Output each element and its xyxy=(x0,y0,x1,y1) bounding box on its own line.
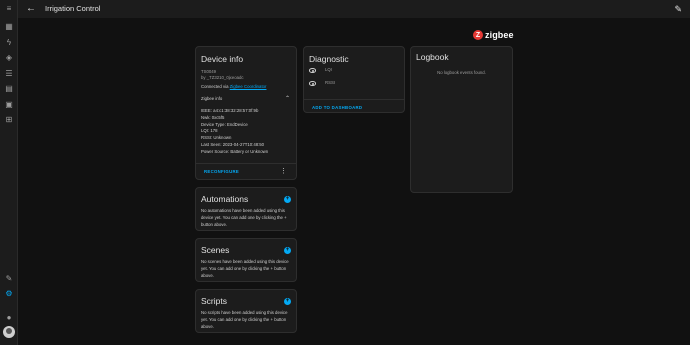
automations-title: Automations xyxy=(201,194,249,204)
avatar[interactable] xyxy=(3,326,15,338)
more-vert-icon[interactable]: ⋮ xyxy=(280,167,287,175)
page-title: Irrigation Control xyxy=(45,4,101,13)
add-scene-button[interactable]: + xyxy=(284,247,291,254)
zigbee-info-header[interactable]: Zigbee info xyxy=(201,96,222,103)
zigbee-info-line: IEEE: a4:c1:38:32:28:57:0f:9b xyxy=(201,108,259,113)
divider xyxy=(304,99,404,100)
settings-icon[interactable]: ⚙ xyxy=(3,288,15,300)
logbook-card: Logbook No logbook events found. xyxy=(410,46,513,193)
zigbee-brand: Z zigbee xyxy=(473,30,514,40)
zigbee-info-line: Nwk: 0xc5f5 xyxy=(201,114,225,120)
add-script-button[interactable]: + xyxy=(284,298,291,305)
arrow-left-icon[interactable]: ← xyxy=(26,3,36,15)
reconfigure-button[interactable]: RECONFIGURE xyxy=(204,169,239,174)
zigbee-info-line: Power Source: Battery or Unknown xyxy=(201,148,269,154)
history-icon[interactable]: ▤ xyxy=(3,83,15,95)
scenes-title: Scenes xyxy=(201,245,230,255)
diagnostic-card: Diagnostic LQI RSSI ADD TO DASHBOARD xyxy=(303,46,405,113)
top-bar: ← Irrigation Control ✎ xyxy=(18,0,690,18)
divider xyxy=(196,163,296,164)
menu-icon[interactable]: ≡ xyxy=(3,3,15,15)
scripts-empty: No scripts have been added using this de… xyxy=(201,310,288,329)
map-icon[interactable]: ◈ xyxy=(3,52,15,64)
scripts-card: Scripts + No scripts have been added usi… xyxy=(195,289,297,333)
logbook-icon[interactable]: ☰ xyxy=(3,68,15,80)
shopping-list-icon[interactable]: ⊞ xyxy=(3,114,15,126)
zigbee-info-line: Device Type: EndDevice xyxy=(201,121,248,127)
automations-empty: No automations have been added using thi… xyxy=(201,208,287,227)
chevron-up-icon[interactable]: ⌃ xyxy=(285,95,290,102)
zigbee-info-line: LQI: 178 xyxy=(201,128,218,134)
zigbee-brand-text: zigbee xyxy=(485,30,514,40)
eye-icon xyxy=(309,68,316,73)
add-to-dashboard-button[interactable]: ADD TO DASHBOARD xyxy=(312,105,362,110)
zigbee-info-line: Last Seen: 2023-04-27T10:48:50 xyxy=(201,141,265,147)
media-icon[interactable]: ▣ xyxy=(3,99,15,111)
eye-icon xyxy=(309,81,316,86)
connected-via-label: Connected via xyxy=(201,84,230,89)
device-manufacturer: by _TZ3210_0jxeoadc xyxy=(201,75,244,80)
logbook-title: Logbook xyxy=(416,52,449,62)
automations-card: Automations + No automations have been a… xyxy=(195,187,297,231)
logbook-empty: No logbook events found. xyxy=(437,70,486,75)
connected-via: Connected via Zigbee Coordinator xyxy=(201,84,266,91)
coordinator-link[interactable]: Zigbee Coordinator xyxy=(230,84,267,89)
diagnostic-lqi-label: LQI xyxy=(325,67,332,72)
scenes-empty: No scenes have been added using this dev… xyxy=(201,259,289,278)
scenes-card: Scenes + No scenes have been added using… xyxy=(195,238,297,282)
zigbee-logo-icon: Z xyxy=(473,30,483,40)
notifications-icon[interactable]: ● xyxy=(3,312,15,324)
developer-tools-icon[interactable]: ✎ xyxy=(3,273,15,285)
zigbee-info-line: RSSI: Unknown xyxy=(201,135,232,141)
device-info-card: Device info TS0049 by _TZ3210_0jxeoadc C… xyxy=(195,46,297,180)
zigbee-info-list: IEEE: a4:c1:38:32:28:57:0f:9b Nwk: 0xc5f5… xyxy=(201,108,268,156)
dashboard-icon[interactable]: ▦ xyxy=(3,21,15,33)
add-automation-button[interactable]: + xyxy=(284,196,291,203)
scripts-title: Scripts xyxy=(201,296,227,306)
sidebar: ≡ ▦ ϟ ◈ ☰ ▤ ▣ ⊞ ✎ ⚙ ● xyxy=(0,0,18,345)
diagnostic-title: Diagnostic xyxy=(309,54,349,64)
energy-icon[interactable]: ϟ xyxy=(3,37,15,49)
device-info-title: Device info xyxy=(201,54,244,64)
pencil-icon[interactable]: ✎ xyxy=(674,3,682,15)
diagnostic-rssi-label: RSSI xyxy=(325,80,336,85)
